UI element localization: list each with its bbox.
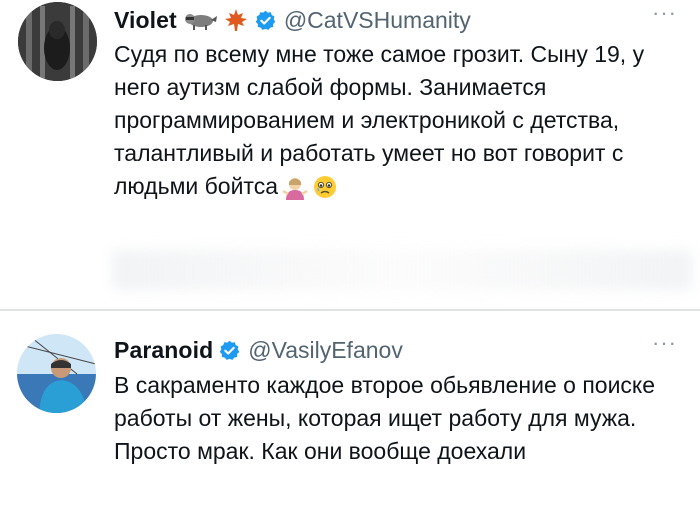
avatar-violet[interactable] — [18, 2, 97, 81]
more-options-icon[interactable]: ··· — [652, 0, 677, 26]
avatar-violet-image — [18, 2, 97, 81]
display-name[interactable]: Paranoid — [114, 337, 213, 364]
avatar-paranoid-image — [17, 334, 96, 413]
face-holding-back-tears-emoji-icon — [312, 174, 338, 209]
tweet-text: Судя по всему мне тоже самое грозит. Сын… — [114, 38, 684, 209]
tweet-header: Paranoid @VasilyEfanov — [114, 333, 403, 367]
verified-badge-icon[interactable] — [219, 340, 240, 361]
avatar-paranoid[interactable] — [17, 334, 96, 413]
tweet-header: Violet @CatVSHumanity — [114, 3, 471, 37]
tweet-text: В сакраменто каждое второе обьявление о … — [114, 372, 656, 464]
verified-badge-icon[interactable] — [255, 10, 276, 31]
person-shrugging-emoji-icon — [282, 176, 308, 209]
tweet-divider — [0, 309, 700, 311]
more-options-icon[interactable]: ··· — [652, 330, 677, 356]
maple-leaf-emoji-icon — [223, 8, 249, 32]
display-name[interactable]: Violet — [114, 7, 177, 34]
user-handle[interactable]: @VasilyEfanov — [248, 337, 403, 364]
raccoon-emoji-icon — [183, 8, 217, 32]
blurred-action-bar — [112, 250, 692, 290]
tweet-text-body: Судя по всему мне тоже самое грозит. Сын… — [114, 41, 645, 199]
user-handle[interactable]: @CatVSHumanity — [284, 7, 471, 34]
